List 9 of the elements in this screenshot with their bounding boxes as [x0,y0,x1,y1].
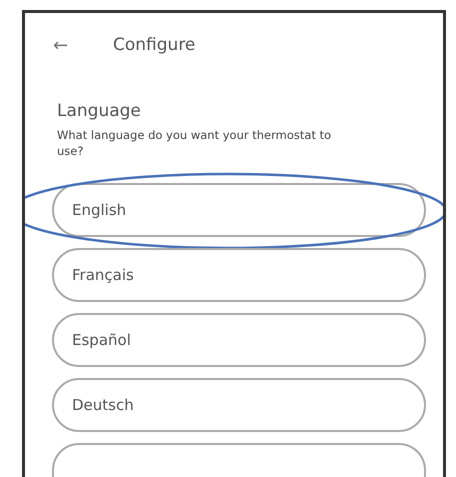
section-title: Language [57,101,142,121]
language-option[interactable]: Español [52,313,426,367]
language-option[interactable]: Français [52,248,426,302]
language-option[interactable]: Deutsch [52,378,426,432]
language-option[interactable]: English [52,183,426,237]
back-button[interactable]: ← [53,34,113,56]
language-option[interactable] [52,443,426,477]
screen-title: Configure [113,35,196,55]
question-text: What language do you want your thermostat to use? [57,127,332,159]
